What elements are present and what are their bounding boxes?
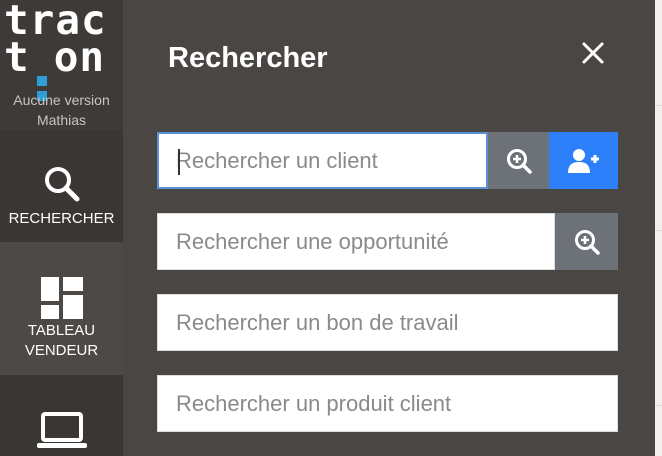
- divider: [655, 105, 662, 106]
- version-label: Aucune version: [13, 92, 110, 108]
- logo-t: t: [4, 33, 30, 81]
- client-search-field: [157, 132, 488, 189]
- client-search-button[interactable]: [488, 132, 549, 189]
- work-order-search-field: [157, 294, 618, 351]
- customer-product-search-input[interactable]: [158, 376, 617, 431]
- search-panel: Rechercher: [123, 0, 655, 456]
- logo-on: on: [53, 33, 106, 81]
- opportunity-search-input[interactable]: [158, 214, 554, 269]
- user-name: Mathias: [36, 112, 87, 128]
- opportunity-search-field: [157, 213, 555, 270]
- sidebar-item-dashboard[interactable]: TABLEAU VENDEUR: [0, 242, 123, 375]
- background-page-edge: [655, 0, 662, 456]
- add-client-button[interactable]: [549, 132, 618, 189]
- sidebar-item-label-line2: VENDEUR: [24, 342, 99, 359]
- version-info: Aucune version Mathias: [0, 90, 123, 130]
- close-button[interactable]: [575, 35, 611, 71]
- search-icon: [0, 164, 123, 204]
- zoom-in-icon: [574, 229, 600, 255]
- logo-block: trac t on Aucune version Mathias: [0, 0, 123, 130]
- traction-logo[interactable]: trac t on: [4, 0, 119, 101]
- divider: [655, 405, 662, 406]
- sidebar-item-label-line1: TABLEAU: [27, 322, 96, 339]
- divider: [655, 230, 662, 231]
- customer-product-search-field: [157, 375, 618, 432]
- sidebar-item-label: RECHERCHER: [8, 210, 115, 227]
- sidebar-item-label: TABLEAU VENDEUR: [0, 321, 123, 361]
- close-icon: [582, 42, 604, 64]
- sidebar: trac t on Aucune version Mathias RECHERCH…: [0, 0, 123, 456]
- logo-line-2: t on: [4, 37, 119, 101]
- sidebar-item-computer[interactable]: [0, 375, 123, 456]
- work-order-search-input[interactable]: [158, 295, 617, 350]
- dashboard-icon: [0, 277, 123, 319]
- laptop-icon: [0, 412, 123, 452]
- client-search-input[interactable]: [159, 134, 486, 187]
- text-caret: [178, 149, 180, 175]
- panel-title: Rechercher: [168, 42, 328, 74]
- add-user-icon: [567, 148, 599, 173]
- opportunity-search-button[interactable]: [555, 213, 618, 270]
- sidebar-item-search[interactable]: RECHERCHER: [0, 130, 123, 242]
- zoom-in-icon: [506, 148, 532, 174]
